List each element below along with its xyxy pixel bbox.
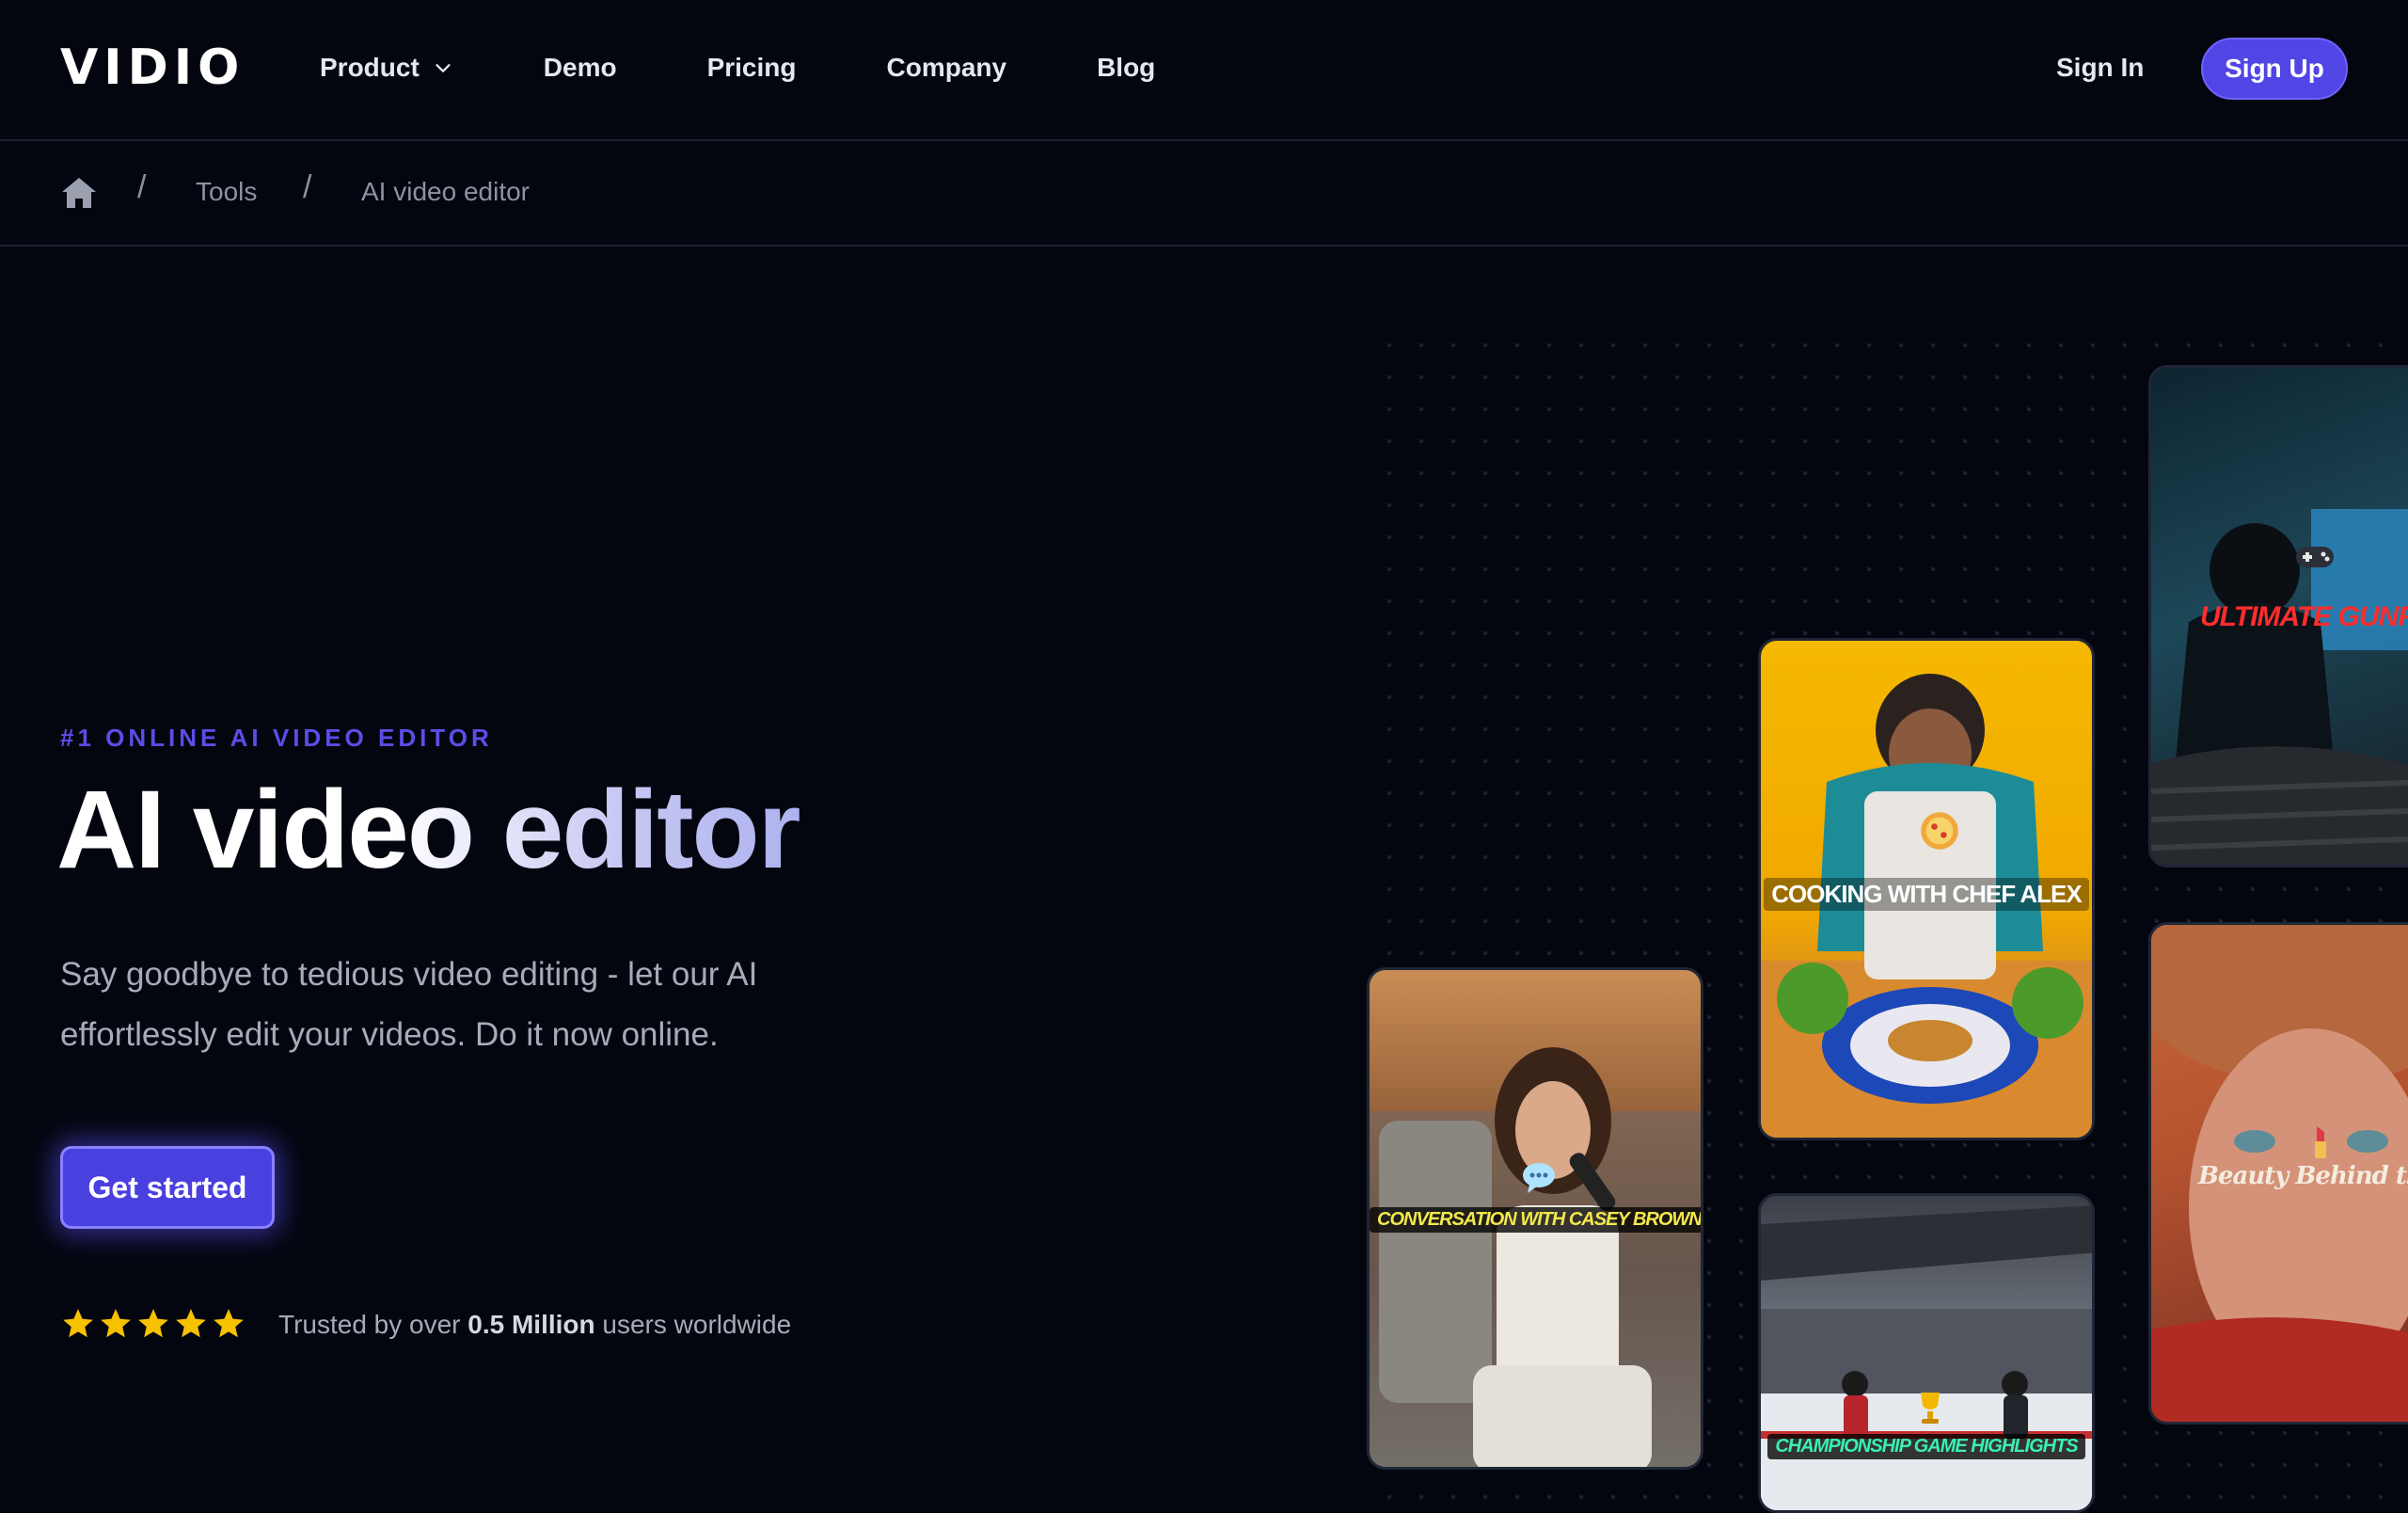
chevron-down-icon xyxy=(436,64,451,72)
video-card-gaming[interactable]: ULTIMATE GUNFIG xyxy=(2148,365,2408,868)
nav-product[interactable]: Product xyxy=(320,45,453,90)
vidio-logo[interactable]: VIDIO xyxy=(60,40,245,96)
hero-title: AI video editor xyxy=(56,764,801,896)
star-icon xyxy=(176,1309,206,1338)
breadcrumb-current: AI video editor xyxy=(361,177,530,206)
nav-demo[interactable]: Demo xyxy=(544,45,617,90)
gamepad-icon xyxy=(2296,547,2334,567)
sign-up-button[interactable]: Sign Up xyxy=(2201,38,2348,100)
trust-highlight: 0.5 Million xyxy=(467,1310,595,1339)
get-started-button[interactable]: Get started xyxy=(60,1146,275,1229)
hero-eyebrow: #1 ONLINE AI VIDEO EDITOR xyxy=(60,724,493,752)
video-caption: Beauty Behind the Sce xyxy=(2198,1162,2408,1190)
top-nav: VIDIO Product Demo Pricing Company Blog … xyxy=(0,0,2408,141)
nav-product-label: Product xyxy=(320,53,420,82)
nav-links: Product Demo Pricing Company Blog xyxy=(320,45,1245,90)
trust-prefix: Trusted by over xyxy=(278,1310,461,1339)
nav-blog[interactable]: Blog xyxy=(1097,45,1155,90)
star-icon xyxy=(63,1309,93,1338)
video-caption: CONVERSATION WITH CASEY BROWN xyxy=(1370,1207,1701,1233)
video-card-hockey[interactable]: CHAMPIONSHIP GAME HIGHLIGHTS xyxy=(1758,1193,2095,1513)
lipstick-icon xyxy=(2315,1126,2326,1158)
star-icon xyxy=(214,1309,244,1338)
rating-stars xyxy=(60,1306,248,1342)
nav-pricing[interactable]: Pricing xyxy=(707,45,797,90)
home-icon[interactable] xyxy=(60,175,98,211)
trust-text: Trusted by over 0.5 Million users worldw… xyxy=(278,1306,791,1344)
video-caption: CHAMPIONSHIP GAME HIGHLIGHTS xyxy=(1767,1434,2085,1459)
trust-suffix: users worldwide xyxy=(602,1310,792,1339)
breadcrumb-tools[interactable]: Tools xyxy=(196,175,257,209)
video-caption: COOKING WITH CHEF ALEX xyxy=(1764,878,2089,911)
trophy-icon xyxy=(1921,1393,1940,1424)
star-icon xyxy=(101,1309,131,1338)
video-card-podcast[interactable]: CONVERSATION WITH CASEY BROWN xyxy=(1367,967,1703,1470)
video-card-cooking[interactable]: COOKING WITH CHEF ALEX xyxy=(1758,638,2095,1140)
sign-in-link[interactable]: Sign In xyxy=(2056,45,2144,90)
hero-subtitle: Say goodbye to tedious video editing - l… xyxy=(60,956,758,1053)
hockey-scene-illustration xyxy=(1761,1205,2092,1510)
breadcrumb-separator: / xyxy=(303,169,312,205)
star-icon xyxy=(138,1309,168,1338)
video-caption: ULTIMATE GUNFIG xyxy=(2200,601,2408,632)
nav-company[interactable]: Company xyxy=(887,45,1007,90)
pizza-icon xyxy=(1921,812,1958,850)
breadcrumb-separator: / xyxy=(137,169,147,205)
video-card-beauty[interactable]: Beauty Behind the Sce xyxy=(2148,922,2408,1425)
speech-bubble-icon xyxy=(1523,1163,1555,1193)
